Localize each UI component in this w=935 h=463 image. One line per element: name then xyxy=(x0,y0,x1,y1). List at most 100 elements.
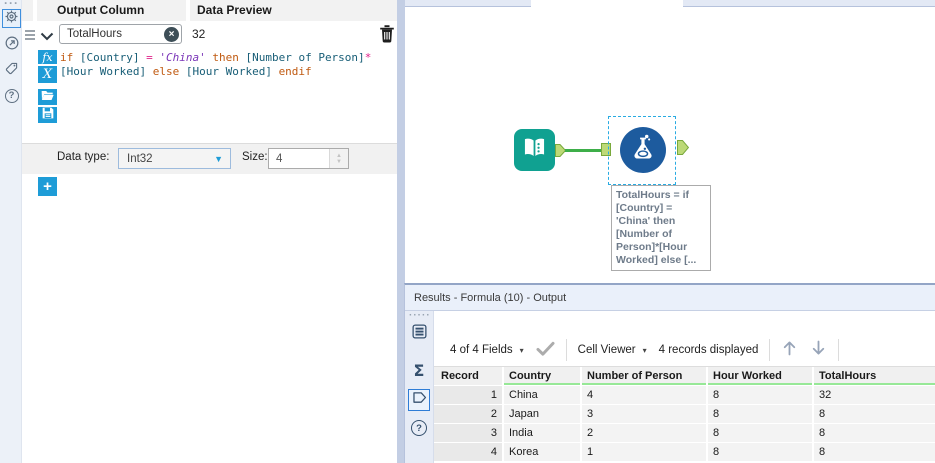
canvas-tab-strip-left xyxy=(405,0,531,7)
text-input-tool[interactable] xyxy=(514,129,555,171)
alteryx-designer-window: ··· ? Output Column Data Preview TotalHo… xyxy=(0,0,935,463)
data-type-label: Data type: xyxy=(57,151,110,163)
cell[interactable]: China xyxy=(504,386,582,405)
cell[interactable]: 8 xyxy=(708,424,814,443)
results-table[interactable]: Record Country Number of Person Hour Worked… xyxy=(434,367,935,462)
cell[interactable]: 3 xyxy=(582,405,708,424)
gear-icon xyxy=(4,9,19,29)
arrow-up-icon xyxy=(781,339,798,360)
size-input[interactable] xyxy=(269,149,329,168)
cell[interactable]: 32 xyxy=(814,386,935,405)
tool-annotation[interactable]: TotalHours = if [Country] = 'China' then… xyxy=(611,185,711,271)
caret-down-icon: ▾ xyxy=(519,346,524,355)
cell[interactable]: India xyxy=(504,424,582,443)
dropdown-caret-icon: ▼ xyxy=(214,153,223,164)
column-header[interactable]: Record xyxy=(434,367,504,386)
column-header[interactable]: Number of Person xyxy=(582,367,708,386)
connection-line[interactable] xyxy=(565,149,605,152)
stepper-down-icon: ▼ xyxy=(336,158,342,165)
tab-configuration[interactable] xyxy=(2,9,21,28)
cell[interactable]: 8 xyxy=(708,386,814,405)
cell-viewer-dropdown[interactable]: Cell Viewer ▾ xyxy=(578,344,647,356)
clear-field-icon[interactable]: × xyxy=(164,27,179,42)
canvas-tab-strip-right xyxy=(683,0,935,7)
tab-navigation[interactable] xyxy=(2,36,21,55)
cell[interactable]: 2 xyxy=(434,405,504,424)
help-icon: ? xyxy=(4,88,19,103)
expression-editor[interactable]: if [Country] = 'China' then [Number of P… xyxy=(60,51,392,79)
cell[interactable]: 1 xyxy=(582,443,708,462)
cell[interactable]: 4 xyxy=(582,386,708,405)
open-expression-button[interactable] xyxy=(38,89,57,105)
functions-button[interactable]: fx xyxy=(38,50,57,64)
apply-check-button[interactable] xyxy=(536,341,555,359)
output-column-header: Output Column xyxy=(57,3,145,17)
column-header[interactable]: Hour Worked xyxy=(708,367,814,386)
check-icon xyxy=(536,341,555,359)
cell[interactable]: 4 xyxy=(434,443,504,462)
cell[interactable]: 8 xyxy=(814,405,935,424)
column-header[interactable]: Country xyxy=(504,367,582,386)
cell[interactable]: 2 xyxy=(582,424,708,443)
expression-row-drag-handle[interactable] xyxy=(25,30,35,42)
folder-open-icon xyxy=(41,88,54,106)
size-field: ▲ ▼ xyxy=(268,148,349,169)
results-title: Results - Formula (10) - Output xyxy=(414,291,567,304)
save-expression-button[interactable] xyxy=(38,107,57,123)
scroll-down-button[interactable] xyxy=(810,339,827,360)
x-variable-icon: X xyxy=(42,67,53,82)
data-type-value: Int32 xyxy=(127,152,153,165)
size-stepper[interactable]: ▲ ▼ xyxy=(329,149,348,168)
tab-annotation[interactable] xyxy=(2,61,21,80)
pentagon-data-icon xyxy=(411,389,428,411)
caret-down-icon: ▾ xyxy=(642,346,647,355)
data-view-tab[interactable] xyxy=(408,389,430,411)
chevron-down-icon[interactable] xyxy=(40,28,54,46)
scroll-up-button[interactable] xyxy=(781,339,798,360)
fields-selector[interactable]: 4 of 4 Fields ▾ xyxy=(450,344,524,356)
cell[interactable]: 8 xyxy=(708,405,814,424)
cell[interactable]: Korea xyxy=(504,443,582,462)
flask-icon xyxy=(627,132,659,169)
fx-icon: fx xyxy=(42,50,53,64)
config-window-sidebar: ··· ? xyxy=(0,0,22,463)
table-row[interactable]: 4 Korea 1 8 8 xyxy=(434,443,935,462)
data-preview-header: Data Preview xyxy=(197,3,272,17)
help-icon: ? xyxy=(411,420,427,436)
data-type-dropdown[interactable]: Int32 ▼ xyxy=(118,148,231,169)
formula-tool[interactable] xyxy=(620,127,666,173)
results-toolbar: 4 of 4 Fields ▾ Cell Viewer ▾ 4 records … xyxy=(434,311,935,367)
book-icon xyxy=(521,134,548,166)
arrow-down-icon xyxy=(810,339,827,360)
stacked-bars-icon xyxy=(411,323,428,345)
cell[interactable]: 8 xyxy=(814,424,935,443)
table-row[interactable]: 3 India 2 8 8 xyxy=(434,424,935,443)
cell[interactable]: 1 xyxy=(434,386,504,405)
toolbar-toggle-button[interactable] xyxy=(408,323,430,345)
sigma-icon: Σ xyxy=(413,360,425,380)
cell[interactable]: 8 xyxy=(814,443,935,462)
records-displayed-text: 4 records displayed xyxy=(658,343,759,356)
cell[interactable]: Japan xyxy=(504,405,582,424)
text-input-output-anchor[interactable] xyxy=(555,144,567,162)
circle-arrow-icon xyxy=(4,35,20,56)
results-title-bar[interactable]: Results - Formula (10) - Output xyxy=(405,285,935,311)
tab-help[interactable]: ? xyxy=(2,86,21,105)
metadata-view-tab[interactable]: Σ xyxy=(408,359,430,381)
cell[interactable]: 8 xyxy=(708,443,814,462)
column-header[interactable]: TotalHours xyxy=(814,367,935,386)
results-panel: Results - Formula (10) - Output ····· Σ xyxy=(404,283,935,463)
tag-icon xyxy=(4,61,19,81)
results-drag-handle[interactable]: ····· xyxy=(409,310,431,321)
cell[interactable]: 3 xyxy=(434,424,504,443)
results-sidebar: ····· Σ ? xyxy=(405,310,434,463)
variables-button[interactable]: X xyxy=(38,66,57,83)
delete-expression-button[interactable] xyxy=(379,25,395,48)
table-row[interactable]: 2 Japan 3 8 8 xyxy=(434,405,935,424)
trash-icon xyxy=(379,25,395,47)
formula-output-anchor[interactable] xyxy=(677,140,690,160)
add-expression-button[interactable]: + xyxy=(38,177,57,196)
floppy-save-icon xyxy=(42,106,54,124)
table-row[interactable]: 1 China 4 8 32 xyxy=(434,386,935,405)
results-help-button[interactable]: ? xyxy=(408,417,430,439)
